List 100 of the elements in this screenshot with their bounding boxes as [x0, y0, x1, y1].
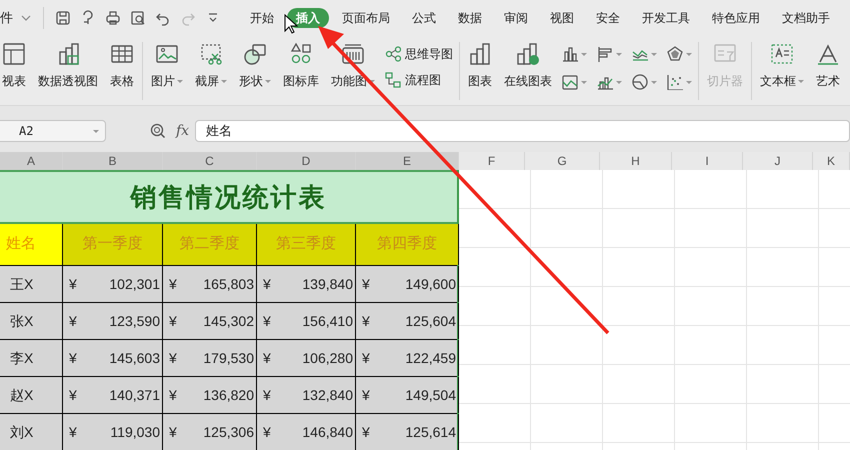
table-header-cell: 第四季度 [356, 224, 459, 265]
ribbon-button[interactable]: 视表 [0, 42, 28, 100]
currency-sign: ¥ [69, 312, 77, 330]
column-header[interactable]: C [163, 152, 257, 170]
ribbon-tab[interactable]: 数据 [449, 8, 491, 28]
ribbon-button[interactable]: 图标库 [281, 42, 321, 100]
ribbon-button[interactable]: 文本框 [758, 42, 806, 100]
cell-value: 125,614 [405, 422, 456, 442]
currency-sign: ¥ [69, 274, 77, 294]
cell-value: 122,459 [405, 348, 456, 368]
cell-value: 156,410 [302, 312, 353, 330]
cell-value: 125,604 [405, 312, 456, 330]
column-chart-icon [562, 46, 578, 62]
currency-sign: ¥ [362, 386, 370, 404]
currency-sign: ¥ [263, 386, 271, 404]
column-header[interactable]: B [63, 152, 163, 170]
caret-icon [581, 52, 587, 56]
currency-sign: ¥ [169, 312, 177, 330]
currency-sign: ¥ [169, 274, 177, 294]
pie-chart-icon [632, 74, 648, 90]
formula-input[interactable]: 姓名 [195, 120, 850, 142]
bar-chart-icon [468, 42, 492, 66]
ribbon-button[interactable]: 艺术 [814, 42, 842, 100]
ribbon-tab[interactable]: 文档助手 [773, 8, 839, 28]
currency-sign: ¥ [169, 386, 177, 404]
cell-value: 149,504 [405, 386, 456, 404]
chart-type-button[interactable] [597, 44, 622, 64]
ribbon-tab[interactable]: 开发工具 [633, 8, 699, 28]
table-cell: 王X [0, 266, 63, 302]
caret-icon [798, 80, 804, 82]
zoom-icon[interactable] [150, 123, 166, 139]
ribbon-button[interactable]: 图片 [149, 42, 185, 100]
ribbon-button[interactable]: 形状 [237, 42, 273, 100]
cell-value: 179,530 [203, 348, 254, 368]
shapes-icon [243, 42, 267, 66]
currency-sign: ¥ [263, 312, 271, 330]
ribbon-tab[interactable]: 开始 [241, 8, 283, 28]
chevron-down-icon [21, 15, 31, 21]
ribbon-button[interactable]: 流程图 [385, 70, 453, 90]
cell-value: 145,603 [109, 348, 160, 368]
flowchart-icon [385, 72, 401, 88]
ribbon-tab[interactable]: 视图 [541, 8, 583, 28]
currency-sign: ¥ [362, 422, 370, 442]
cell-reference: A2 [19, 123, 34, 140]
print-preview-icon [130, 10, 146, 26]
cell-value: 149,600 [405, 274, 456, 294]
cell-value: 106,280 [302, 348, 353, 368]
bar-chart-horizontal-icon [597, 46, 613, 62]
table-header-cell: 姓名 [0, 224, 63, 265]
caret-icon [177, 80, 183, 82]
function-button[interactable]: fx [176, 120, 190, 142]
file-menu[interactable]: 件 [0, 5, 43, 31]
caret-icon [93, 130, 99, 132]
ribbon-button[interactable]: 截屏 [193, 42, 229, 100]
mind-map-icon [385, 46, 401, 62]
currency-sign: ¥ [169, 422, 177, 442]
chart-type-button[interactable] [632, 72, 657, 92]
column-header[interactable]: E [356, 152, 459, 170]
ribbon-button[interactable]: 思维导图 [385, 44, 453, 64]
currency-sign: ¥ [169, 348, 177, 368]
table-cell: 赵X [0, 377, 63, 413]
ribbon-tab[interactable]: 特色应用 [703, 8, 769, 28]
ribbon-button[interactable]: 数据透视图 [36, 42, 100, 100]
art-text-icon [816, 42, 840, 66]
ribbon-tab[interactable]: 安全 [587, 8, 629, 28]
column-header[interactable]: D [257, 152, 356, 170]
online-chart-icon [516, 42, 540, 66]
cell-value: 132,840 [302, 386, 353, 404]
ribbon-button[interactable]: 图表 [466, 42, 494, 100]
table-cell: 李X [0, 340, 63, 376]
caret-icon [369, 80, 375, 82]
caret-icon [616, 52, 622, 56]
ribbon-tab[interactable]: 审阅 [495, 8, 537, 28]
cell-value: 123,590 [109, 312, 160, 330]
table-header-cell: 第三季度 [257, 224, 356, 265]
ribbon-button[interactable]: 表格 [108, 42, 136, 100]
caret-icon [265, 80, 271, 82]
area-chart-icon [562, 74, 578, 90]
currency-sign: ¥ [362, 274, 370, 294]
currency-sign: ¥ [263, 274, 271, 294]
column-header[interactable]: A [0, 152, 63, 170]
radar-chart-icon [667, 46, 683, 62]
ribbon-button[interactable]: 在线图表 [502, 42, 554, 100]
caret-icon [686, 52, 692, 56]
currency-sign: ¥ [362, 348, 370, 368]
cell-value: 145,302 [203, 312, 254, 330]
cell-value: 165,803 [203, 274, 254, 294]
currency-sign: ¥ [69, 386, 77, 404]
caret-icon [221, 80, 227, 82]
scatter-chart-icon [667, 74, 683, 90]
cell-value: 139,840 [302, 274, 353, 294]
name-box[interactable]: A2 [0, 120, 106, 142]
chart-type-button[interactable] [667, 72, 692, 92]
caret-icon [651, 80, 657, 84]
pivot-table-icon [2, 42, 26, 66]
ribbon-tab[interactable]: 公式 [403, 8, 445, 28]
screenshot-icon [199, 42, 223, 66]
currency-sign: ¥ [362, 312, 370, 330]
ribbon-tab[interactable]: 页面布局 [333, 8, 399, 28]
cell-value: 146,840 [302, 422, 353, 442]
